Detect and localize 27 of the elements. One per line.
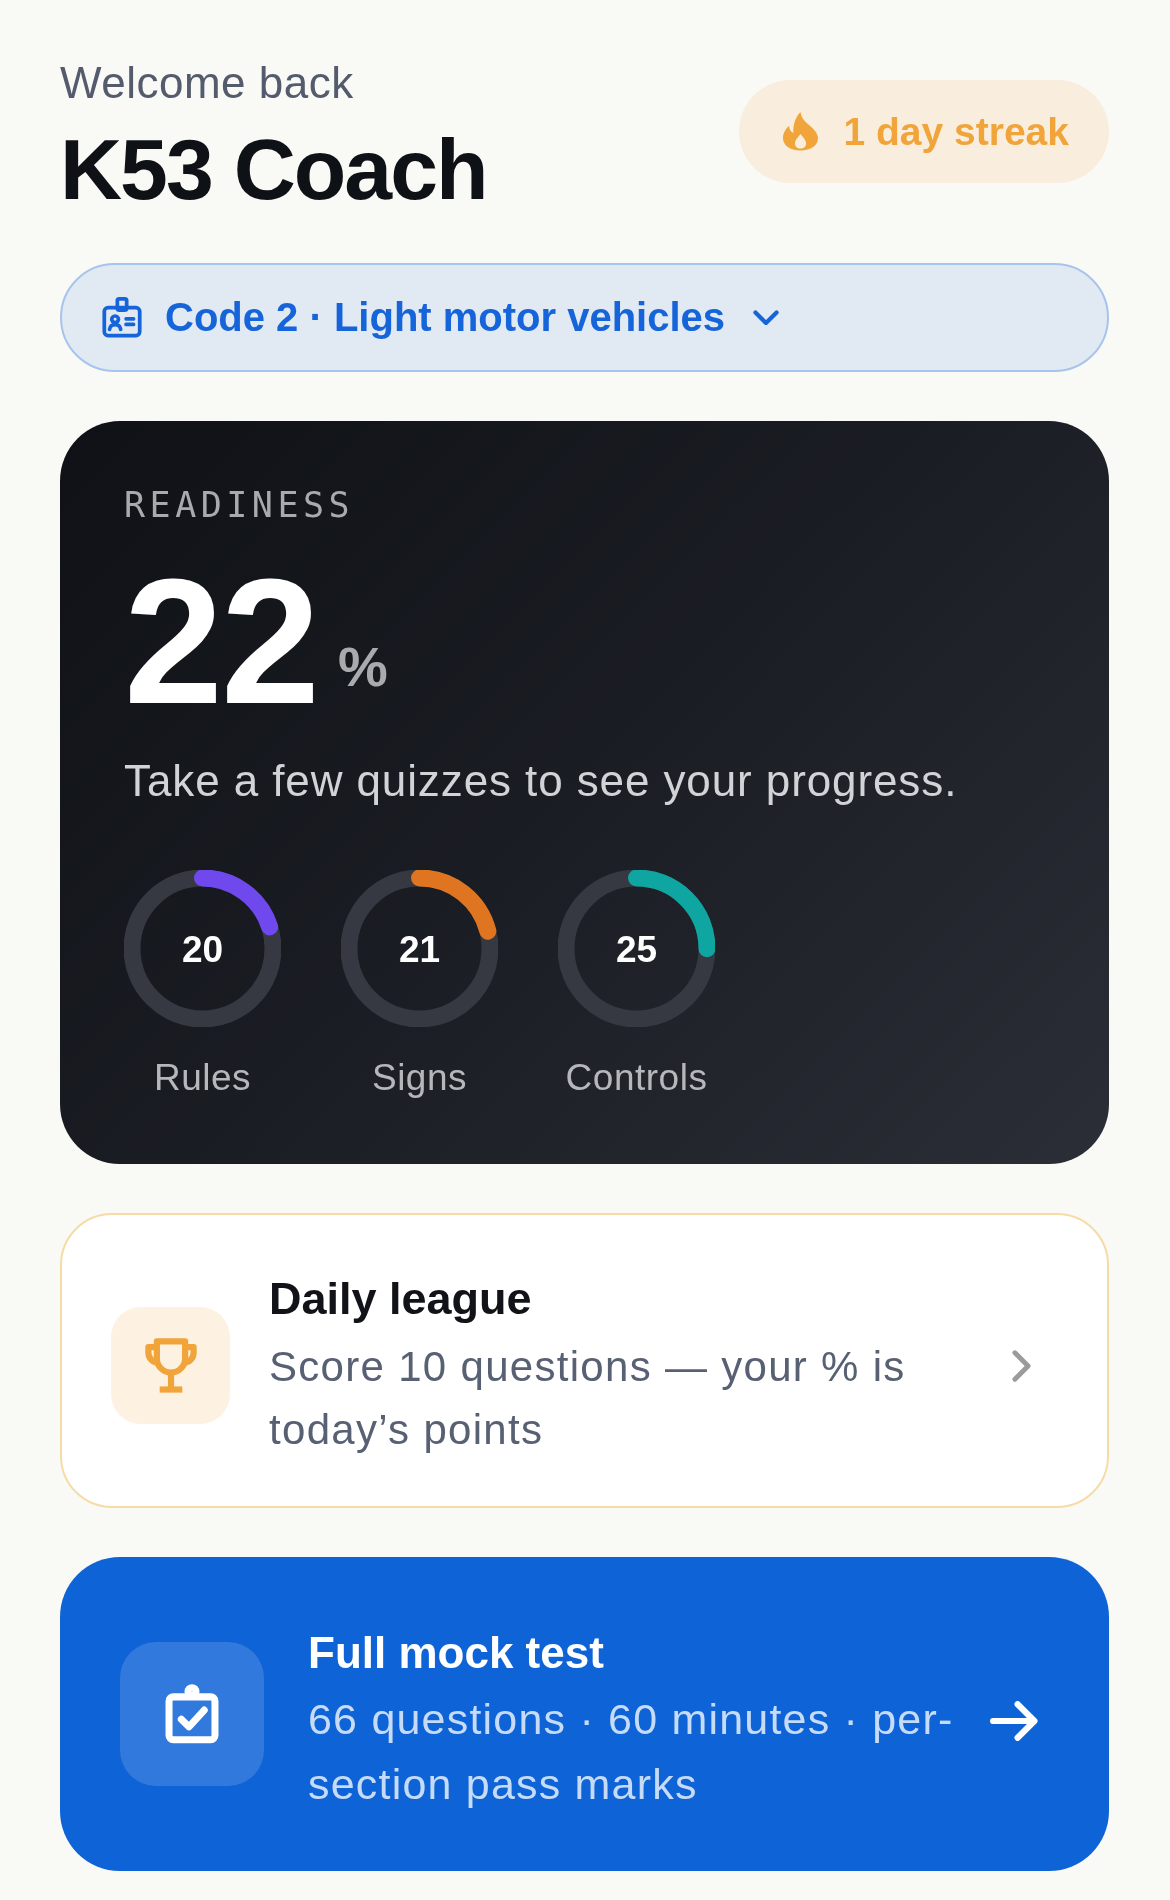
greeting-text: Welcome back (60, 57, 354, 109)
id-card-icon (102, 297, 142, 338)
readiness-score: 22 (124, 554, 318, 730)
section-name: Rules (153, 1056, 252, 1100)
league-title: Daily league (269, 1271, 532, 1326)
readiness-message: Take a few quizzes to see your progress. (124, 755, 958, 807)
chevron-down-icon (753, 309, 780, 326)
league-description: Score 10 questions — your % is today’s points (269, 1341, 907, 1455)
mock-test-description: 66 questions · 60 minutes · per-section pass marks (308, 1694, 955, 1810)
streak-label: 1 day streak (843, 109, 1069, 154)
section-score: 20 (181, 930, 224, 967)
flame-icon (782, 112, 818, 151)
chevron-right-icon (1012, 1349, 1031, 1382)
app-title: K53 Coach (60, 122, 487, 217)
trophy-icon (111, 1307, 230, 1424)
section-score: 21 (398, 930, 441, 967)
score-unit: % (338, 638, 388, 696)
section-name: Controls (565, 1056, 708, 1100)
mock-test-card[interactable]: Full mock test 66 questions · 60 minutes · per-section pass marks (60, 1557, 1109, 1871)
daily-league-card[interactable]: Daily league Score 10 questions — your % is today’s points (60, 1213, 1109, 1508)
licence-code-dropdown[interactable]: Code 2 · Light motor vehicles (60, 263, 1109, 372)
readiness-label: READINESS (124, 485, 355, 526)
section-score: 25 (615, 930, 658, 967)
clipboard-check-icon (120, 1642, 264, 1786)
section-name: Signs (371, 1056, 468, 1100)
arrow-right-icon (990, 1701, 1038, 1741)
mock-test-title: Full mock test (308, 1627, 604, 1679)
